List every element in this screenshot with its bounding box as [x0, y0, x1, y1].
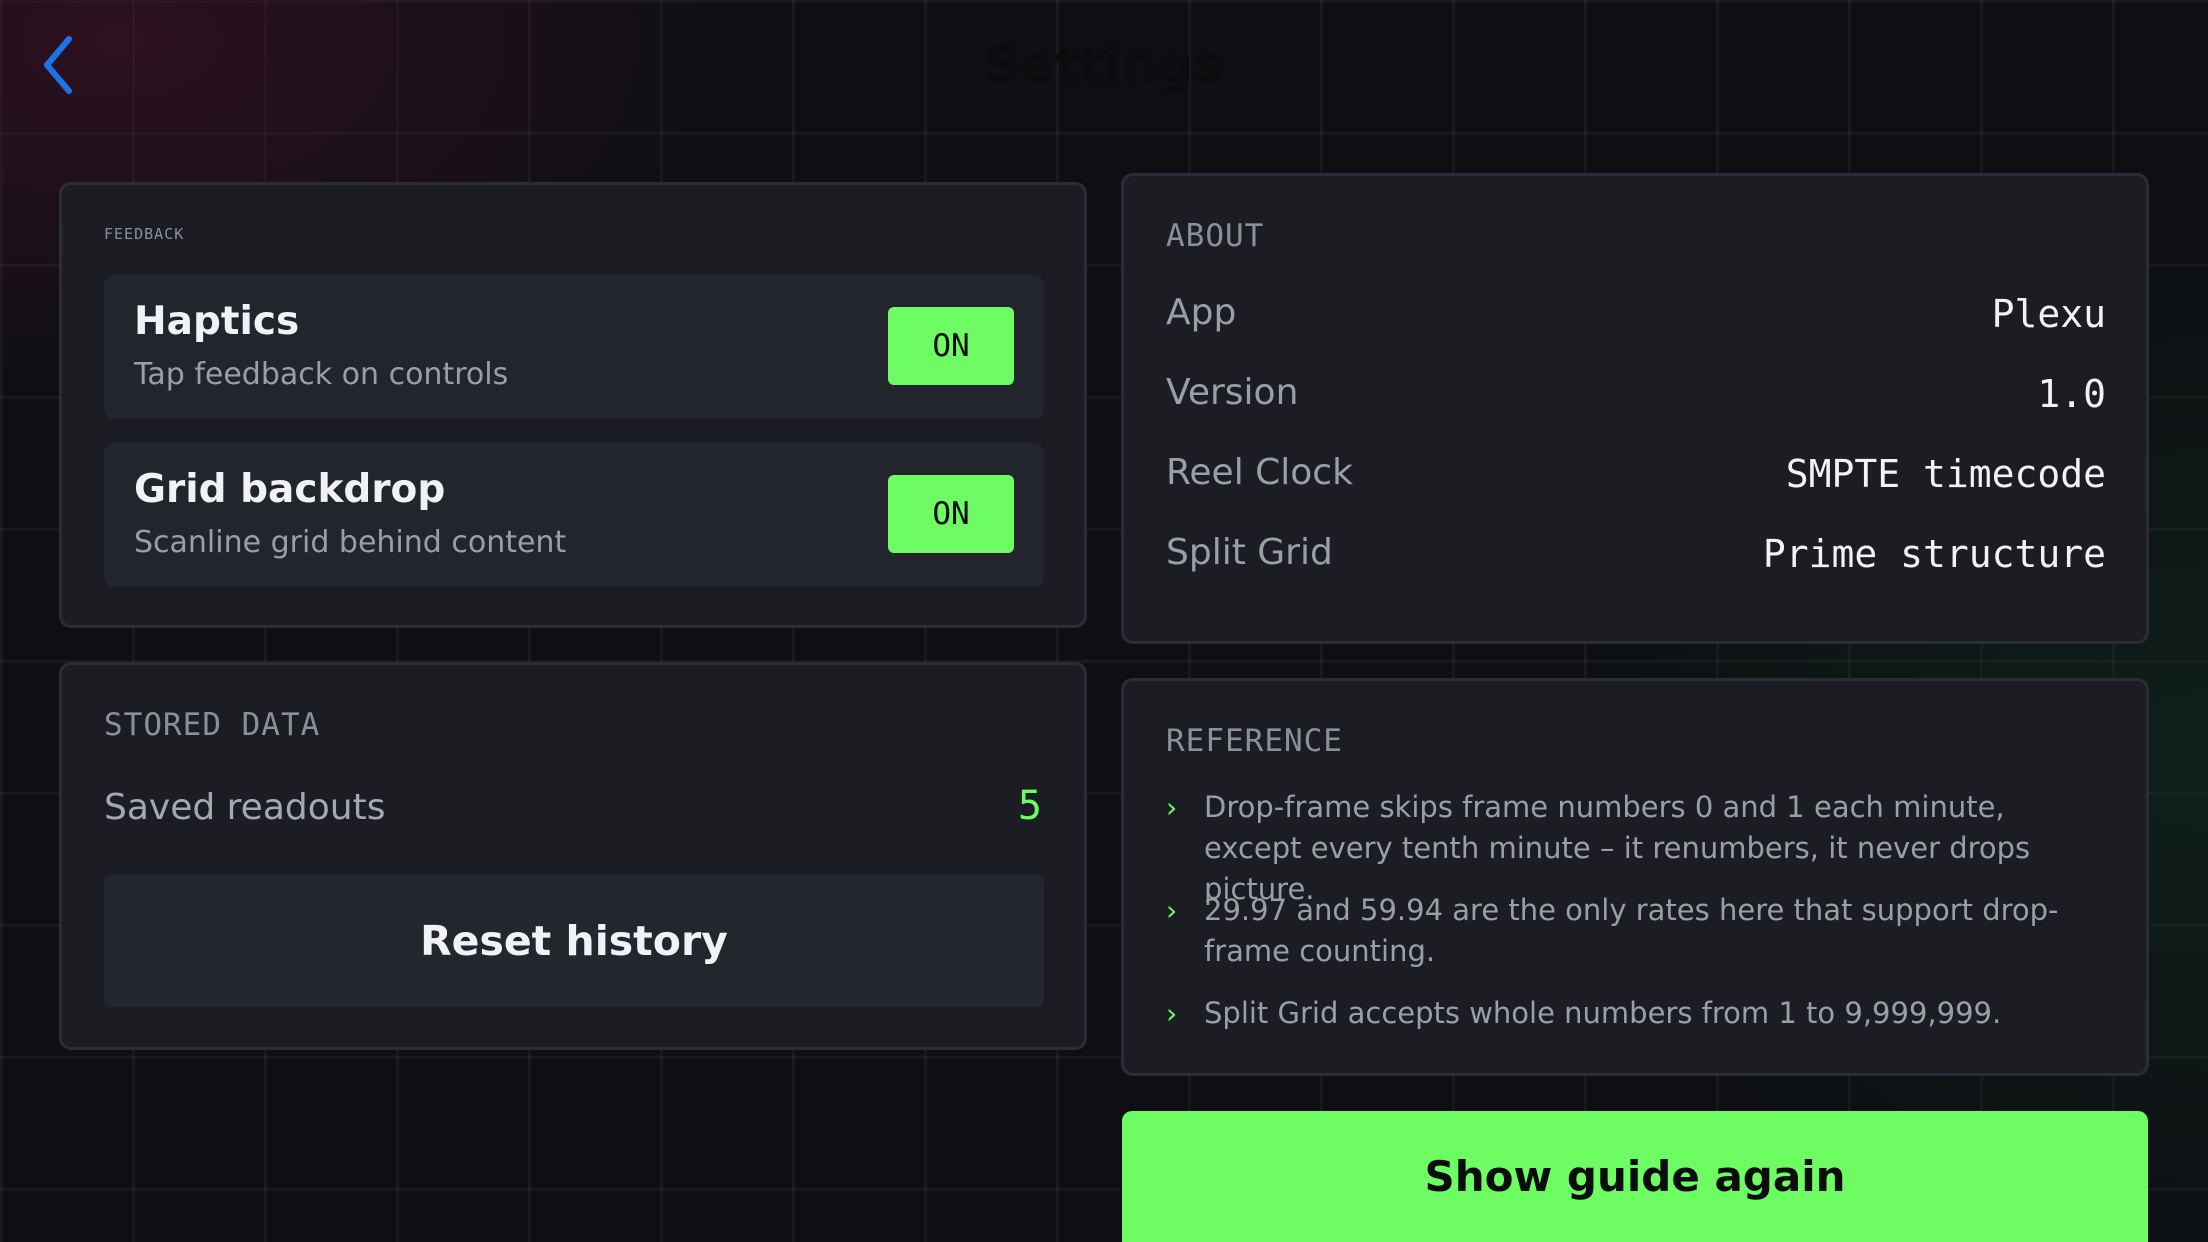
reference-section-label: REFERENCE	[1166, 723, 1343, 759]
about-value-app: Plexu	[1991, 292, 2106, 336]
show-guide-button[interactable]: Show guide again	[1122, 1111, 2148, 1242]
about-row-reel-clock: Reel Clock SMPTE timecode	[1166, 446, 2106, 506]
about-value-reel-clock: SMPTE timecode	[1785, 452, 2106, 496]
reference-item-text: Split Grid accepts whole numbers from 1 …	[1204, 996, 2002, 1030]
about-key-version: Version	[1166, 372, 1299, 413]
page-title: Settings	[983, 36, 1224, 94]
saved-readouts-count: 5	[1017, 783, 1042, 829]
about-key-split-grid: Split Grid	[1166, 532, 1333, 573]
grid-backdrop-toggle[interactable]: ON	[888, 475, 1014, 553]
grid-backdrop-row: Grid backdrop Scanline grid behind conte…	[104, 443, 1044, 587]
saved-readouts-label: Saved readouts	[104, 787, 386, 828]
feedback-section-label: FEEDBACK	[104, 225, 185, 243]
chevron-right-icon: ›	[1166, 791, 1178, 824]
reset-history-button[interactable]: Reset history	[104, 875, 1044, 1007]
grid-backdrop-title: Grid backdrop	[134, 467, 446, 512]
feedback-card: FEEDBACK Haptics Tap feedback on control…	[59, 182, 1087, 628]
stored-data-card: STORED DATA Saved readouts 5 Reset histo…	[59, 662, 1087, 1050]
haptics-toggle[interactable]: ON	[888, 307, 1014, 385]
about-section-label: ABOUT	[1166, 218, 1265, 254]
about-row-version: Version 1.0	[1166, 366, 2106, 426]
about-value-split-grid: Prime structure	[1762, 532, 2106, 576]
reference-item-text: 29.97 and 59.94 are the only rates here …	[1204, 893, 2059, 968]
about-row-app: App Plexu	[1166, 286, 2106, 346]
reference-card: REFERENCE › Drop-frame skips frame numbe…	[1121, 678, 2149, 1076]
stored-data-section-label: STORED DATA	[104, 707, 321, 743]
haptics-subtitle: Tap feedback on controls	[134, 357, 509, 392]
about-key-reel-clock: Reel Clock	[1166, 452, 1353, 493]
chevron-right-icon: ›	[1166, 997, 1178, 1030]
haptics-title: Haptics	[134, 299, 300, 344]
grid-backdrop-subtitle: Scanline grid behind content	[134, 525, 567, 560]
about-key-app: App	[1166, 292, 1237, 333]
haptics-row: Haptics Tap feedback on controls ON	[104, 275, 1044, 419]
about-row-split-grid: Split Grid Prime structure	[1166, 526, 2106, 586]
about-value-version: 1.0	[2037, 372, 2106, 416]
chevron-right-icon: ›	[1166, 894, 1178, 927]
top-bar: Settings	[0, 0, 2208, 132]
about-card: ABOUT App Plexu Version 1.0 Reel Clock S…	[1121, 173, 2149, 644]
